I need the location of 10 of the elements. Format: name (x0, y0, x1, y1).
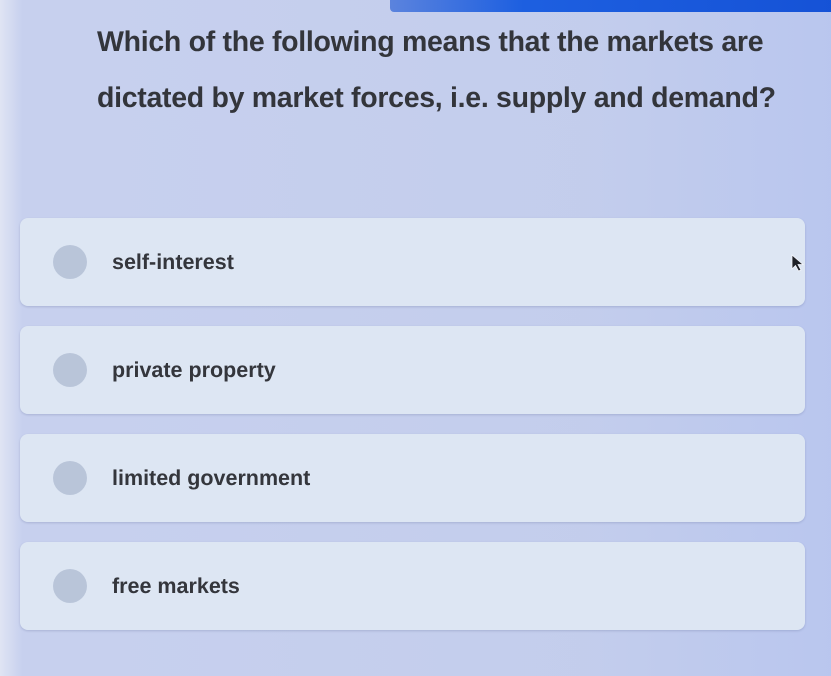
radio-button-icon[interactable] (52, 244, 88, 280)
answer-option[interactable]: private property (20, 326, 805, 414)
answer-option[interactable]: self-interest (20, 218, 805, 306)
answer-option[interactable]: free markets (20, 542, 805, 630)
radio-button-icon[interactable] (52, 568, 88, 604)
radio-button-icon[interactable] (52, 460, 88, 496)
question-text: Which of the following means that the markets are dictated by market forces, i.e. supply and demand? (97, 25, 777, 116)
mouse-pointer-icon (791, 254, 805, 272)
radio-button-icon[interactable] (52, 352, 88, 388)
answer-option[interactable]: limited government (20, 434, 805, 522)
